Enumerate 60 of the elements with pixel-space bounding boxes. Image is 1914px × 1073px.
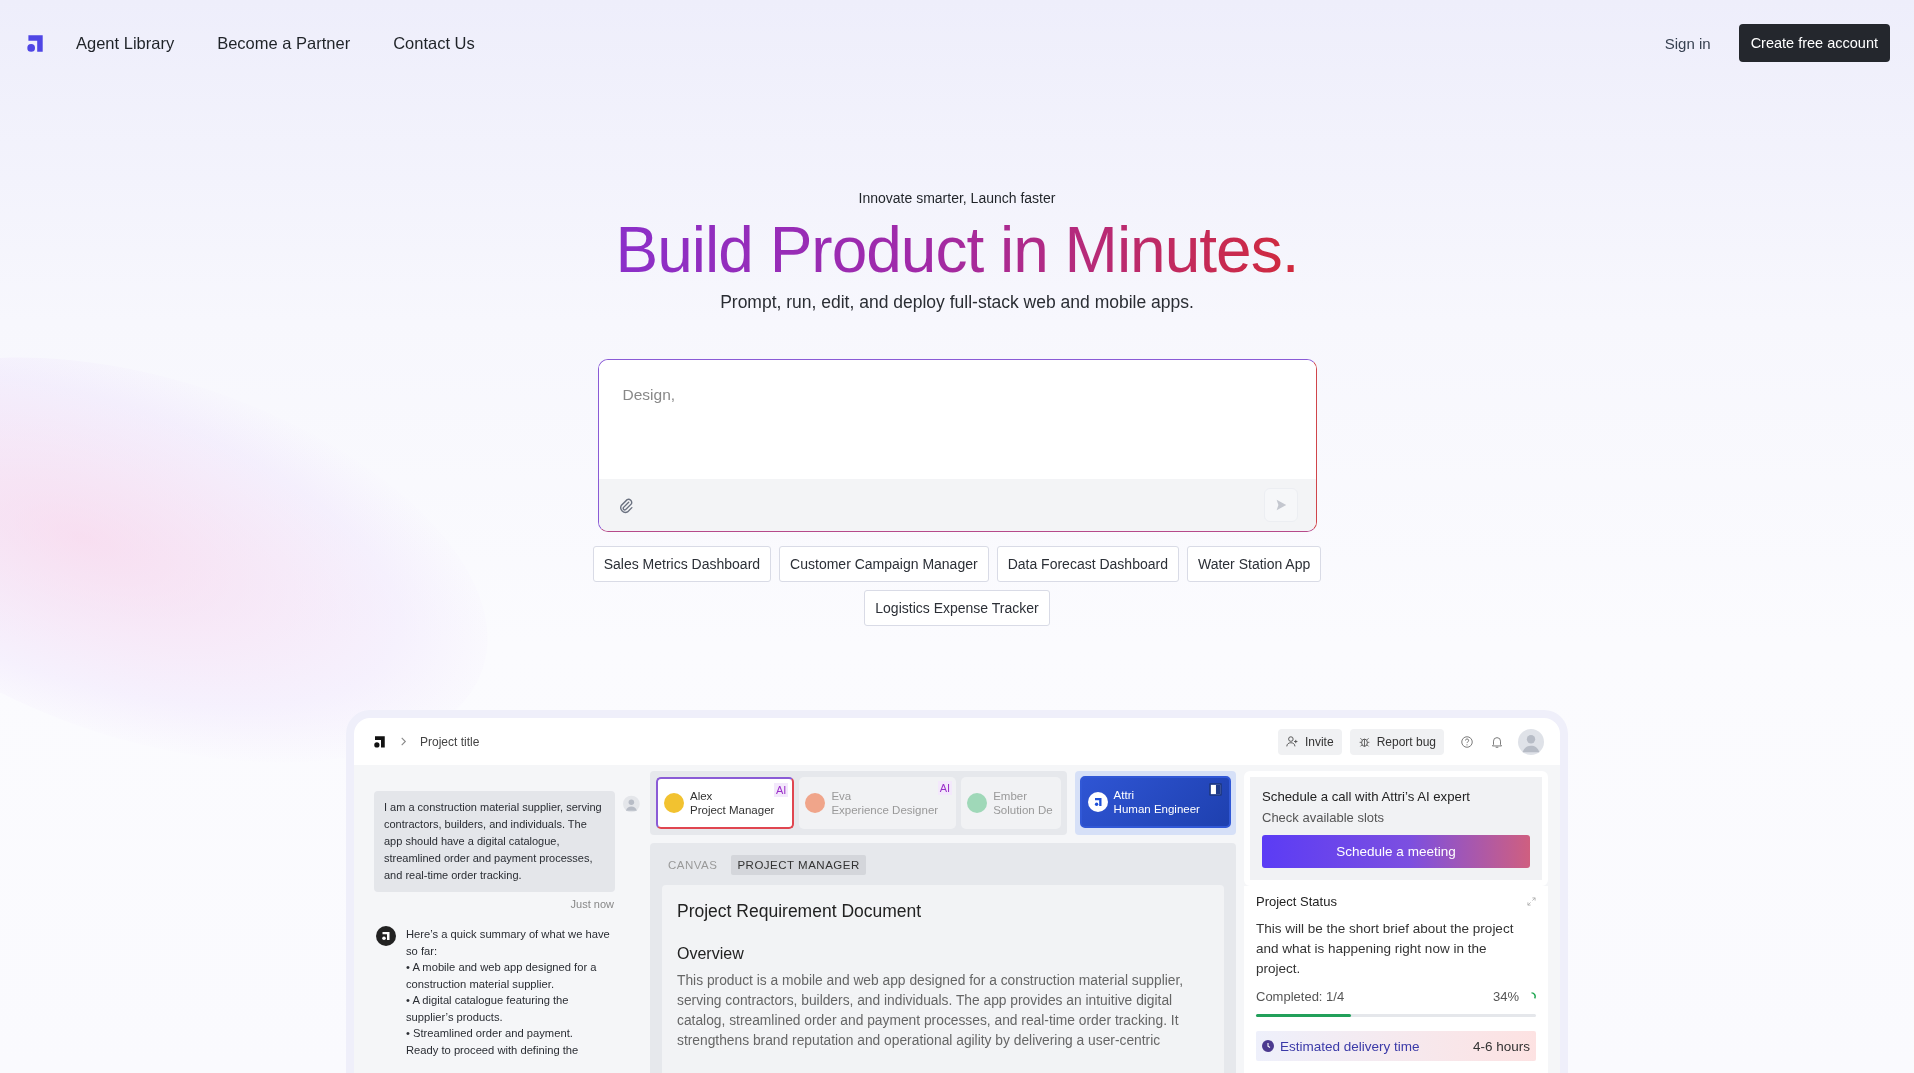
- human-agent-tab[interactable]: Attri Human Engineer: [1079, 776, 1231, 828]
- agent-role: Solution De: [993, 804, 1053, 816]
- document-paragraph: This product is a mobile and web app designed for a construction material supplier, serving contractors, builders, and individuals. The app provides an intuitive digital catalog, streamlined order and payment processes, and real-time order tracking. It strengthens brand reputation and operational agility by delivering a user-centric: [677, 972, 1185, 1050]
- assistant-message-line: • Streamlined order and payment.: [406, 1026, 574, 1041]
- person-plus-icon: [1285, 735, 1299, 748]
- header-action-button[interactable]: Invite: [1277, 728, 1342, 755]
- suggestion-chip[interactable]: Sales Metrics Dashboard: [592, 546, 772, 582]
- header-action-button[interactable]: Report bug: [1349, 728, 1444, 755]
- document-title: Project Requirement Document: [677, 901, 923, 922]
- agent-role: Experience Designer: [831, 804, 939, 816]
- user-message: I am a construction material supplier, serving contractors, builders, and individuals. The app should have a digital catalogue, streamlined order and payment processes, and real-time order tracking.: [374, 791, 616, 892]
- status-description: This will be the short brief about the project and what is happening right now in the project.: [1256, 920, 1515, 978]
- assistant-avatar: [376, 926, 396, 946]
- bug-icon: [1357, 735, 1371, 748]
- agent-tab[interactable]: Alex Project Manager AI: [656, 777, 795, 829]
- assistant-message-line: • A digital catalogue featuring the supplier’s products.: [406, 993, 570, 1025]
- logo-icon[interactable]: [372, 734, 387, 749]
- ai-badge: AI: [937, 781, 953, 795]
- nav-link[interactable]: Become a Partner: [217, 33, 351, 53]
- user-avatar: [623, 795, 640, 813]
- hero-subtitle: Prompt, run, edit, and deploy full-stack web and mobile apps.: [720, 292, 1194, 313]
- create-account-button[interactable]: Create free account: [1738, 24, 1890, 62]
- delivery-label: Estimated delivery time: [1280, 1038, 1420, 1054]
- sign-in-link[interactable]: Sign in: [1664, 34, 1711, 52]
- suggestion-chip[interactable]: Customer Campaign Manager: [779, 546, 989, 582]
- help-icon[interactable]: [1460, 734, 1474, 749]
- tagline: Innovate smarter, Launch faster: [858, 190, 1056, 206]
- bell-icon[interactable]: [1490, 734, 1504, 749]
- nav-link[interactable]: Contact Us: [393, 33, 475, 53]
- agent-name: Attri: [1113, 789, 1136, 801]
- agent-tab[interactable]: Eva Experience Designer AI: [799, 777, 957, 829]
- agent-role: Human Engineer: [1113, 803, 1200, 815]
- assistant-message-line: • A mobile and web app designed for a construction material supplier.: [406, 960, 598, 992]
- ai-badge: AI: [773, 783, 789, 797]
- clock-icon: [1262, 1040, 1274, 1052]
- assistant-message-line: Ready to proceed with defining the: [406, 1042, 580, 1058]
- project-title[interactable]: Project title: [420, 734, 480, 749]
- agent-role: Project Manager: [690, 804, 775, 816]
- completed-count: Completed: 1/4: [1256, 989, 1345, 1004]
- status-title: Project Status: [1256, 894, 1337, 909]
- nav-link[interactable]: Agent Library: [76, 33, 175, 53]
- schedule-meeting-button[interactable]: Schedule a meeting: [1262, 835, 1530, 868]
- panel-icon[interactable]: [1209, 783, 1222, 796]
- agent-name: Ember: [993, 790, 1028, 802]
- prompt-field[interactable]: Design,: [597, 359, 1317, 532]
- delivery-time: 4-6 hours: [1472, 1038, 1530, 1054]
- canvas-tab[interactable]: PROJECT MANAGER: [731, 855, 866, 875]
- schedule-title: Schedule a call with Attri’s AI expert: [1262, 789, 1471, 804]
- expand-icon[interactable]: [1527, 897, 1536, 906]
- schedule-subtitle: Check available slots: [1262, 810, 1386, 825]
- chevron-icon: [399, 737, 408, 746]
- message-time: Just now: [570, 898, 614, 910]
- section-heading: Overview: [677, 945, 745, 963]
- suggestion-chip[interactable]: Data Forecast Dashboard: [996, 546, 1179, 582]
- suggestion-chip[interactable]: Logistics Expense Tracker: [864, 590, 1050, 626]
- assistant-message-line: Here’s a quick summary of what we have so far:: [406, 927, 611, 959]
- agent-name: Eva: [831, 790, 853, 802]
- agent-name: Alex: [690, 790, 714, 802]
- suggestion-chip[interactable]: Water Station App: [1186, 546, 1322, 582]
- percent-label: 34%: [1492, 989, 1519, 1004]
